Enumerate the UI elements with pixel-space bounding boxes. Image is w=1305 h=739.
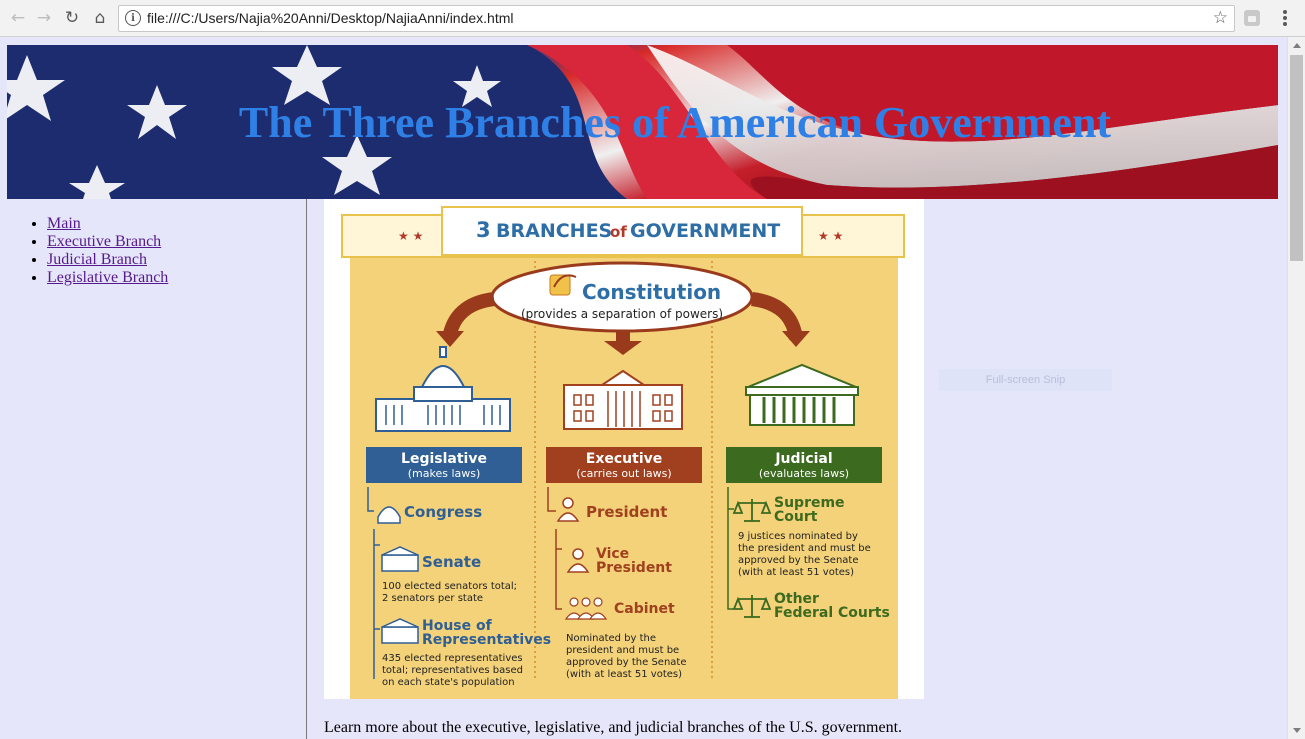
judicial-title: Judicial [774, 451, 832, 467]
supreme-court-note-line: approved by the Senate [738, 555, 859, 566]
page-title: The Three Branches of American Governmen… [238, 98, 1112, 147]
nav-link-main[interactable]: Main [47, 215, 81, 232]
snip-tooltip: Full-screen Snip [939, 369, 1112, 391]
supreme-court-note-line: (with at least 51 votes) [738, 567, 854, 578]
constitution-note: (provides a separation of powers) [521, 307, 723, 321]
sidebar-nav: Main Executive Branch Judicial Branch Le… [0, 199, 307, 739]
senate-label: Senate [422, 553, 481, 571]
flag-banner: The Three Branches of American Governmen… [7, 45, 1278, 199]
nav-link-judicial[interactable]: Judicial Branch [47, 251, 147, 268]
cabinet-note-line: Nominated by the [566, 633, 656, 644]
senate-note-line: 2 senators per state [382, 593, 483, 604]
home-icon[interactable]: ⌂ [88, 6, 112, 30]
scroll-up-arrow-icon[interactable] [1293, 43, 1301, 48]
congress-label: Congress [404, 503, 482, 521]
bookmark-star-icon[interactable]: ☆ [1213, 8, 1228, 28]
house-note-line: on each state's population [382, 677, 515, 688]
back-arrow-icon[interactable]: ← [6, 6, 30, 30]
cabinet-label: Cabinet [614, 601, 675, 617]
senate-note-line: 100 elected senators total; [382, 581, 517, 592]
header-number: 3 [476, 218, 491, 242]
address-url[interactable]: file:///C:/Users/Najia%20Anni/Desktop/Na… [147, 10, 514, 26]
cabinet-note-line: approved by the Senate [566, 657, 687, 668]
page-caption: Learn more about the executive, legislat… [324, 719, 903, 736]
vice-president-label-line: President [596, 560, 672, 576]
legislative-role: (makes laws) [408, 467, 481, 480]
star-icon: ★ ★ [398, 229, 423, 243]
vertical-scrollbar[interactable] [1287, 37, 1305, 739]
branches-infographic: ★ ★ ★ ★ 3 BRANCHES of GOVERNMENT Constit… [324, 199, 924, 699]
star-icon: ★ ★ [818, 229, 843, 243]
judicial-role: (evaluates laws) [759, 467, 849, 480]
cabinet-note-line: president and must be [566, 645, 679, 656]
house-label-line: Representatives [422, 632, 551, 648]
house-note-line: total; representatives based [382, 665, 523, 676]
executive-title: Executive [586, 451, 662, 467]
infographic-svg: ★ ★ ★ ★ 3 BRANCHES of GOVERNMENT Constit… [341, 206, 905, 699]
browser-toolbar: ← → ↻ ⌂ i file:///C:/Users/Najia%20Anni/… [0, 0, 1305, 37]
president-label: President [586, 503, 667, 521]
nav-link-legislative[interactable]: Legislative Branch [47, 269, 168, 286]
executive-role: (carries out laws) [576, 467, 671, 480]
header-government: GOVERNMENT [630, 220, 780, 242]
header-branches: BRANCHES [496, 220, 612, 242]
supreme-court-note-line: 9 justices nominated by [738, 531, 858, 542]
nav-item-main: Main [47, 215, 168, 233]
supreme-court-label-line: Court [774, 509, 818, 525]
supreme-court-note-line: the president and must be [738, 543, 871, 554]
page-viewport: The Three Branches of American Governmen… [0, 37, 1287, 739]
nav-item-legislative: Legislative Branch [47, 269, 168, 287]
nav-item-executive: Executive Branch [47, 233, 168, 251]
house-note-line: 435 elected representatives [382, 653, 523, 664]
address-bar[interactable]: i file:///C:/Users/Najia%20Anni/Desktop/… [118, 5, 1235, 32]
header-of: of [610, 223, 627, 241]
other-courts-label-line: Federal Courts [774, 605, 890, 621]
scrollbar-thumb[interactable] [1290, 55, 1303, 261]
reload-icon[interactable]: ↻ [60, 6, 84, 30]
legislative-title: Legislative [401, 451, 487, 467]
forward-arrow-icon[interactable]: → [32, 6, 56, 30]
menu-dots-icon[interactable] [1280, 8, 1290, 28]
extension-icon[interactable] [1244, 10, 1260, 26]
cabinet-note-line: (with at least 51 votes) [566, 669, 682, 680]
info-icon[interactable]: i [125, 10, 141, 26]
nav-link-executive[interactable]: Executive Branch [47, 233, 161, 250]
scroll-down-arrow-icon[interactable] [1293, 728, 1301, 733]
nav-item-judicial: Judicial Branch [47, 251, 168, 269]
constitution-title: Constitution [582, 280, 721, 304]
